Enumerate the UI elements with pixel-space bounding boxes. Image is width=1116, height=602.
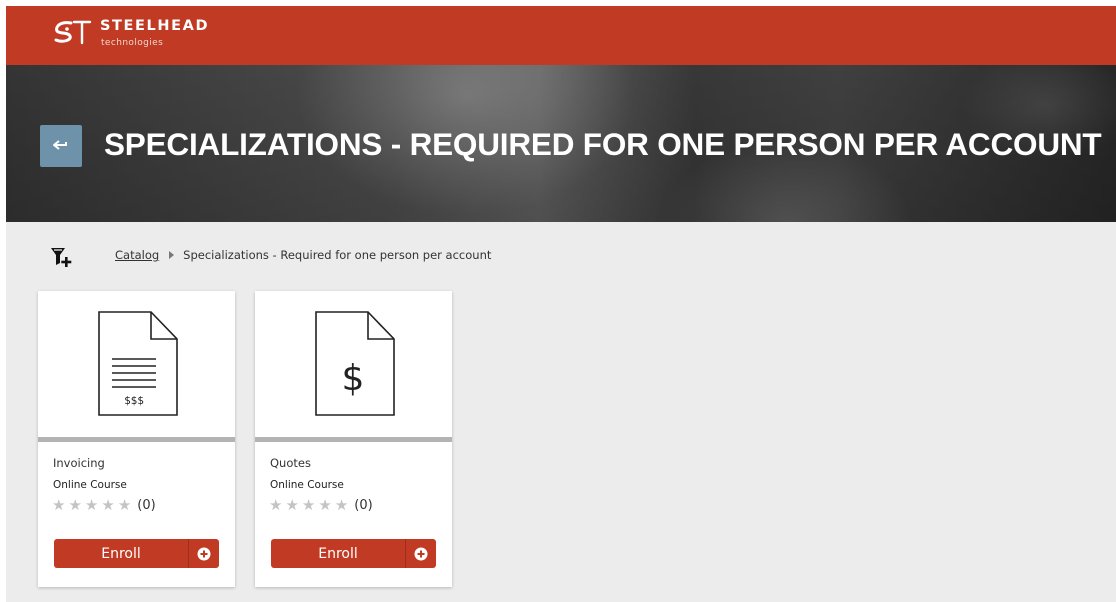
course-card[interactable]: $ Quotes Online Course ★ ★ ★ ★ ★ (0) Enr…	[255, 291, 452, 587]
invoice-document-icon: $$$	[98, 311, 178, 416]
course-type: Online Course	[53, 479, 127, 491]
filter-add-icon[interactable]	[50, 246, 72, 268]
star-icon[interactable]: ★	[85, 496, 98, 514]
star-icon[interactable]: ★	[118, 496, 131, 514]
card-divider	[255, 437, 452, 442]
star-rating[interactable]: ★ ★ ★ ★ ★ (0)	[269, 496, 373, 514]
star-icon[interactable]: ★	[101, 496, 114, 514]
hero-banner: SPECIALIZATIONS - REQUIRED FOR ONE PERSO…	[6, 65, 1116, 222]
course-thumbnail: $$$	[38, 291, 235, 437]
star-icon[interactable]: ★	[269, 496, 282, 514]
course-title[interactable]: Invoicing	[53, 456, 105, 470]
plus-circle-icon[interactable]	[189, 539, 219, 568]
brand-name: STEELHEAD	[100, 18, 210, 34]
breadcrumb-current: Specializations - Required for one perso…	[183, 248, 492, 262]
back-arrow-icon	[53, 140, 67, 150]
rating-count: (0)	[137, 497, 156, 513]
breadcrumb-catalog-link[interactable]: Catalog	[115, 248, 159, 262]
quote-document-icon: $	[315, 311, 395, 416]
star-icon[interactable]: ★	[52, 496, 65, 514]
course-type: Online Course	[270, 479, 344, 491]
star-icon[interactable]: ★	[285, 496, 298, 514]
star-icon[interactable]: ★	[335, 496, 348, 514]
rating-count: (0)	[354, 497, 373, 513]
enroll-button[interactable]: Enroll	[54, 539, 219, 568]
course-title[interactable]: Quotes	[270, 456, 311, 470]
star-rating[interactable]: ★ ★ ★ ★ ★ (0)	[52, 496, 156, 514]
breadcrumb: Catalog Specializations - Required for o…	[115, 246, 491, 264]
card-divider	[38, 437, 235, 442]
top-bar: STEELHEAD technologies	[6, 6, 1116, 65]
course-thumbnail: $	[255, 291, 452, 437]
star-icon[interactable]: ★	[302, 496, 315, 514]
back-button[interactable]	[40, 125, 82, 167]
chevron-right-icon	[169, 251, 175, 259]
page-title: SPECIALIZATIONS - REQUIRED FOR ONE PERSO…	[104, 126, 1102, 162]
star-icon[interactable]: ★	[318, 496, 331, 514]
course-card[interactable]: $$$ Invoicing Online Course ★ ★ ★ ★ ★ (0…	[38, 291, 235, 587]
steelhead-logo-icon	[54, 20, 92, 45]
enroll-button[interactable]: Enroll	[271, 539, 436, 568]
page-frame: STEELHEAD technologies SPECIALIZATIONS -…	[6, 6, 1116, 602]
brand-logo[interactable]: STEELHEAD technologies	[54, 13, 234, 53]
enroll-button-label: Enroll	[271, 539, 406, 568]
invoice-icon-label: $$$	[124, 394, 144, 407]
brand-subtitle: technologies	[101, 38, 164, 48]
star-icon[interactable]: ★	[68, 496, 81, 514]
enroll-button-label: Enroll	[54, 539, 189, 568]
quote-icon-label: $	[342, 358, 365, 399]
plus-circle-icon[interactable]	[406, 539, 436, 568]
